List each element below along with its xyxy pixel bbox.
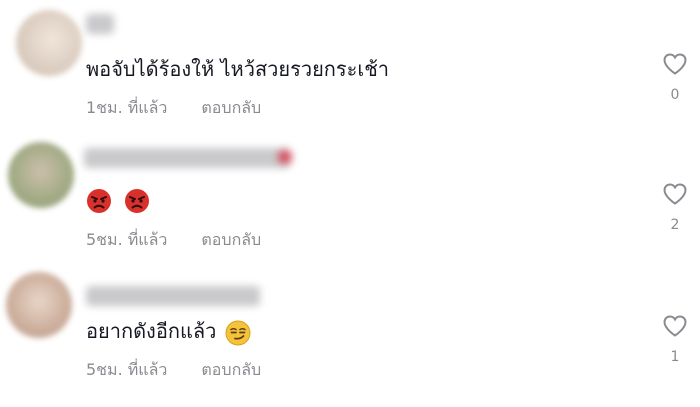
like-count: 1 — [670, 349, 680, 365]
comment-text: อยากดังอีกแล้ว — [86, 319, 217, 343]
username-blurred[interactable] — [86, 14, 114, 34]
avatar[interactable] — [8, 142, 74, 208]
smirking-face-icon — [225, 320, 251, 345]
comment-time: 5ชม. ที่แล้ว — [86, 360, 168, 379]
comment-time: 5ชม. ที่แล้ว — [86, 230, 168, 249]
reply-button[interactable]: ตอบกลับ — [201, 230, 261, 249]
avatar[interactable] — [6, 272, 72, 338]
angry-face-icon — [87, 188, 111, 213]
like-button[interactable]: 0 — [655, 52, 695, 104]
username-blurred[interactable] — [86, 286, 260, 306]
comment-emoji-row — [86, 186, 150, 214]
comment-text: พอจับได้ร้องให้ ไหว้สวยรวยกระเช้า — [86, 57, 390, 81]
heart-outline-icon[interactable] — [662, 314, 688, 338]
comment-text-row: อยากดังอีกแล้ว — [86, 318, 251, 346]
like-button[interactable]: 2 — [655, 182, 695, 234]
like-count: 0 — [670, 87, 680, 103]
avatar[interactable] — [16, 10, 82, 76]
username-blurred[interactable] — [84, 148, 292, 168]
heart-outline-icon[interactable] — [662, 182, 688, 206]
heart-emoji-blurred — [278, 150, 292, 164]
angry-face-icon — [125, 188, 150, 213]
like-button[interactable]: 1 — [655, 314, 695, 366]
reply-button[interactable]: ตอบกลับ — [201, 360, 261, 379]
comment-meta: 5ชม. ที่แล้ว ตอบกลับ — [86, 230, 261, 250]
reply-button[interactable]: ตอบกลับ — [201, 98, 261, 117]
comment-meta: 5ชม. ที่แล้ว ตอบกลับ — [86, 360, 261, 380]
comment-time: 1ชม. ที่แล้ว — [86, 98, 168, 117]
like-count: 2 — [670, 217, 680, 233]
heart-outline-icon[interactable] — [662, 52, 688, 76]
comment-meta: 1ชม. ที่แล้ว ตอบกลับ — [86, 98, 261, 118]
